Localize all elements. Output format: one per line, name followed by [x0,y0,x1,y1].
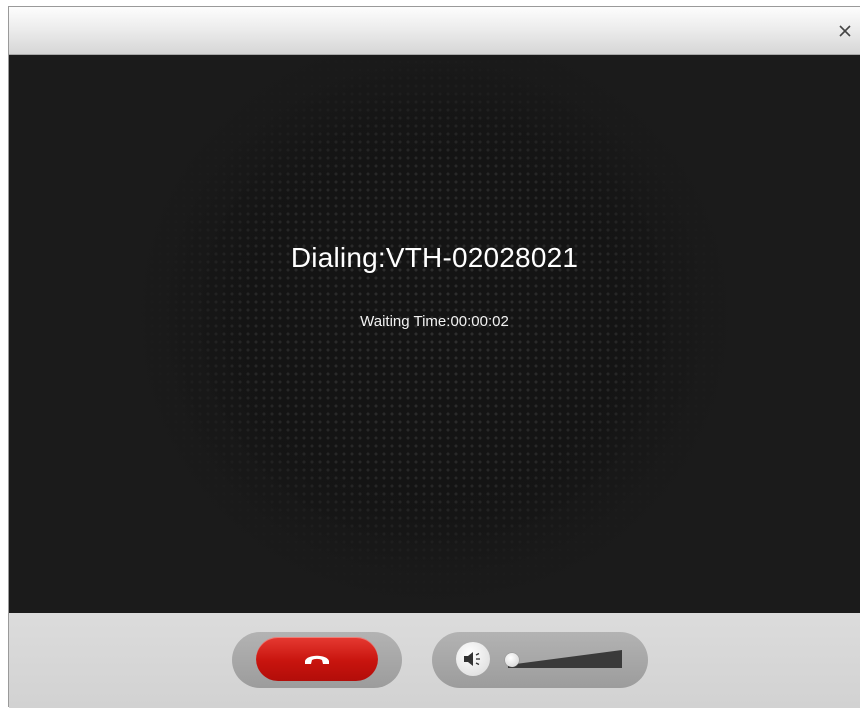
title-bar [9,7,860,55]
speaker-button[interactable] [456,642,490,676]
video-area: Dialing:VTH-02028021 Waiting Time:00:00:… [9,55,860,613]
video-vignette [9,55,860,613]
dialing-label: Dialing:VTH-02028021 [290,242,579,273]
speaker-icon [464,652,480,666]
hangup-button[interactable] [256,637,378,681]
close-button[interactable] [834,20,856,42]
call-dialog: Dialing:VTH-02028021 Waiting Time:00:00:… [8,6,860,708]
hangup-button-frame [232,632,402,688]
phone-hangup-icon [305,655,329,664]
volume-slider[interactable] [505,648,622,670]
control-bar [9,613,860,708]
volume-track [508,650,622,668]
volume-control-frame [432,632,648,688]
volume-slider-thumb[interactable] [505,653,519,667]
close-icon [839,25,851,37]
waiting-time-label: Waiting Time:00:00:02 [360,313,509,330]
